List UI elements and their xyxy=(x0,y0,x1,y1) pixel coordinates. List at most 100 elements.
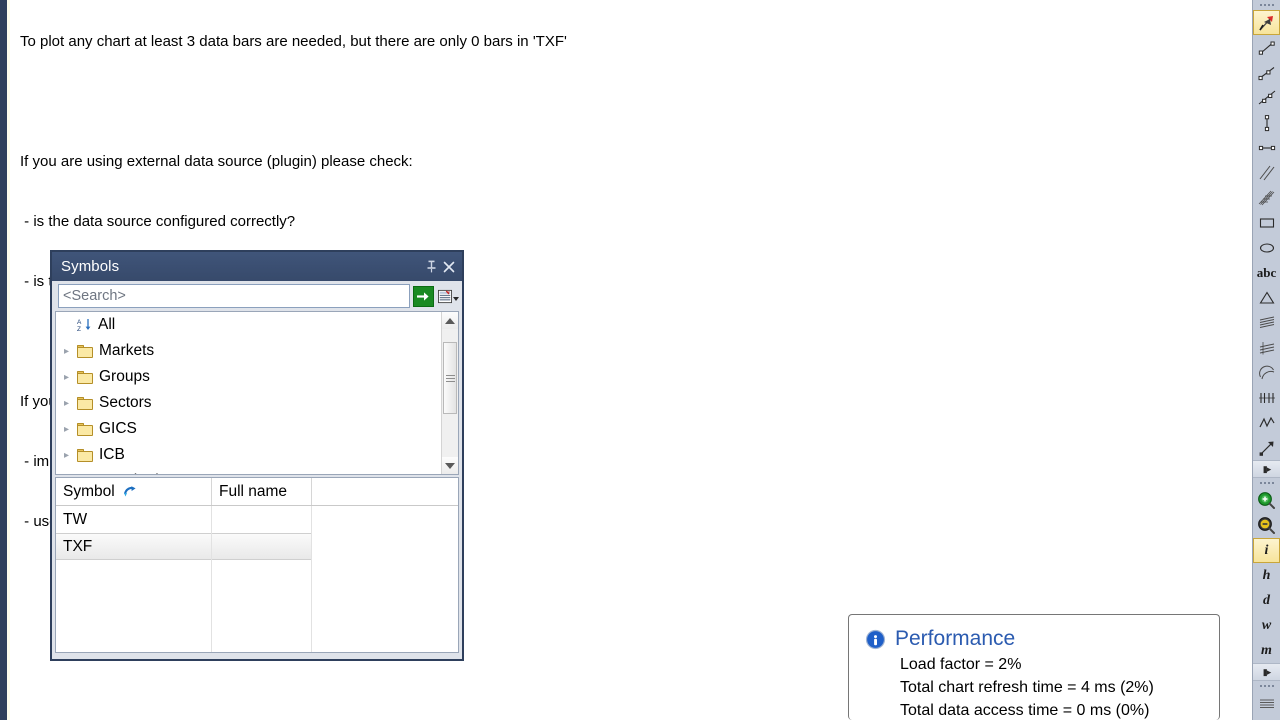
tree-item-label: Groups xyxy=(99,368,150,385)
interval-label: i xyxy=(1264,542,1269,558)
bar-chart-style-icon[interactable] xyxy=(1253,716,1280,720)
chart-pane[interactable]: a_ To plot any chart at least 3 data bar… xyxy=(0,0,1252,720)
folder-icon xyxy=(77,370,94,384)
toolbar-gripper[interactable] xyxy=(1253,0,1280,10)
tree-item-sectors[interactable]: ▸ Sectors xyxy=(56,390,441,416)
rectangle-tool[interactable] xyxy=(1253,210,1280,235)
fibonacci-arcs-tool[interactable] xyxy=(1253,360,1280,385)
fibonacci-retracement-tool[interactable] xyxy=(1253,310,1280,335)
ellipse-tool[interactable] xyxy=(1253,235,1280,260)
toolbar-gripper[interactable] xyxy=(1253,681,1280,691)
toolbar-overflow-expander-2[interactable]: ▮▸ xyxy=(1253,663,1280,681)
horizontal-line-tool[interactable] xyxy=(1253,135,1280,160)
tree-item-gics[interactable]: ▸ GICS xyxy=(56,416,441,442)
cell-full-name xyxy=(212,533,312,560)
column-header-symbol[interactable]: Symbol xyxy=(56,478,212,505)
zoom-out-icon[interactable] xyxy=(1253,513,1280,538)
interval-daily-button[interactable]: d xyxy=(1253,588,1280,613)
text-tool-label: abc xyxy=(1256,264,1277,280)
cell-full-name xyxy=(212,506,312,533)
symbols-title: Symbols xyxy=(61,258,120,275)
message-line-2: If you are using external data source (p… xyxy=(20,153,413,170)
search-input[interactable] xyxy=(58,284,410,308)
sort-az-icon: A Z xyxy=(77,318,93,332)
zoom-in-icon[interactable] xyxy=(1253,488,1280,513)
performance-tooltip: Performance Load factor = 2% Total chart… xyxy=(848,614,1220,720)
message-line-3: - is the data source configured correctl… xyxy=(20,213,296,230)
message-line-1 xyxy=(20,92,567,112)
ray-line-tool[interactable] xyxy=(1253,60,1280,85)
scrollbar-thumb[interactable] xyxy=(443,342,457,414)
tree-scrollbar[interactable] xyxy=(441,312,458,474)
column-header-label: Symbol xyxy=(63,482,115,500)
trend-line-tool[interactable] xyxy=(1253,35,1280,60)
tree-item-groups[interactable]: ▸ Groups xyxy=(56,364,441,390)
column-header-extra[interactable] xyxy=(312,478,458,505)
tree-item-label: All xyxy=(98,316,116,333)
tree-item-label: GICS xyxy=(99,420,137,437)
folder-icon xyxy=(77,344,94,358)
symbols-filter-button[interactable] xyxy=(438,285,459,307)
chevron-right-icon[interactable]: ▸ xyxy=(64,424,77,435)
scroll-up-button[interactable] xyxy=(442,312,458,329)
tree-item-label: Watch Lists xyxy=(99,472,179,474)
chevron-right-icon[interactable]: ▸ xyxy=(64,346,77,357)
chevron-right-icon[interactable]: ▸ xyxy=(64,398,77,409)
table-row[interactable]: TXF xyxy=(56,533,458,560)
cell-symbol: TXF xyxy=(56,533,212,560)
cell-extra xyxy=(312,533,458,560)
info-icon xyxy=(865,629,886,650)
vertical-line-tool[interactable] xyxy=(1253,110,1280,135)
interval-label: h xyxy=(1262,567,1271,583)
chevron-right-icon[interactable]: ▸ xyxy=(64,372,77,383)
line-chart-style-icon[interactable] xyxy=(1253,691,1280,716)
toolbar-group-chart-styles xyxy=(1253,681,1280,720)
interval-intraday-button[interactable]: i xyxy=(1253,538,1280,563)
table-header-row: Symbol Full name xyxy=(56,478,458,506)
fibonacci-timezones-tool[interactable] xyxy=(1253,385,1280,410)
raff-channel-tool[interactable] xyxy=(1253,185,1280,210)
fibonacci-extension-tool[interactable] xyxy=(1253,335,1280,360)
symbols-table[interactable]: Symbol Full name TW TXF xyxy=(55,477,459,653)
close-icon[interactable] xyxy=(440,258,458,276)
symbols-window: Symbols <Search> A Z All ▸ Markets ▸ Gro… xyxy=(51,251,463,660)
filter-dropdown-caret[interactable] xyxy=(453,296,459,301)
symbols-titlebar[interactable]: Symbols xyxy=(52,252,462,281)
zigzag-tool[interactable] xyxy=(1253,410,1280,435)
extended-line-tool[interactable] xyxy=(1253,85,1280,110)
interval-monthly-button[interactable]: m xyxy=(1253,638,1280,663)
tree-item-icb[interactable]: ▸ ICB xyxy=(56,442,441,468)
interval-hourly-button[interactable]: h xyxy=(1253,563,1280,588)
performance-line-2: Total data access time = 0 ms (0%) xyxy=(900,702,1150,719)
study-pointer-tool[interactable] xyxy=(1253,435,1280,460)
table-body: TW TXF xyxy=(56,506,458,560)
toolbar-gripper[interactable] xyxy=(1253,478,1280,488)
scroll-down-button[interactable] xyxy=(442,457,458,474)
text-tool[interactable]: abc xyxy=(1253,260,1280,285)
message-line-0: To plot any chart at least 3 data bars a… xyxy=(20,33,567,50)
arrow-up-icon xyxy=(445,317,455,324)
tree-item-markets[interactable]: ▸ Markets xyxy=(56,338,441,364)
tree-item-watch-lists[interactable]: ▸ Watch Lists xyxy=(56,468,441,474)
symbols-tree[interactable]: A Z All ▸ Markets ▸ Groups ▸ Sectors ▸ G… xyxy=(55,311,459,475)
triangle-tool[interactable] xyxy=(1253,285,1280,310)
search-go-button[interactable] xyxy=(413,285,434,307)
svg-text:Z: Z xyxy=(77,326,81,332)
table-row[interactable]: TW xyxy=(56,506,458,533)
parallel-lines-tool[interactable] xyxy=(1253,160,1280,185)
toolbar-overflow-glyph: ▮▸ xyxy=(1262,666,1272,677)
interval-label: m xyxy=(1261,642,1272,658)
performance-header: Performance xyxy=(865,627,1219,651)
toolbar-group-zoom-intervals: i h d w m ▮▸ xyxy=(1253,478,1280,681)
scrollbar-grip-icon xyxy=(445,373,455,384)
cell-extra xyxy=(312,506,458,533)
interval-weekly-button[interactable]: w xyxy=(1253,613,1280,638)
chevron-right-icon[interactable]: ▸ xyxy=(64,450,77,461)
tree-item-all[interactable]: A Z All xyxy=(56,312,441,338)
cell-symbol: TW xyxy=(56,506,212,533)
pin-icon[interactable] xyxy=(422,258,440,276)
column-header-full-name[interactable]: Full name xyxy=(212,478,312,505)
toolbar-overflow-expander-1[interactable]: ▮▸ xyxy=(1253,460,1280,478)
tree-item-label: Markets xyxy=(99,342,155,359)
select-arrow-tool[interactable] xyxy=(1253,10,1280,35)
